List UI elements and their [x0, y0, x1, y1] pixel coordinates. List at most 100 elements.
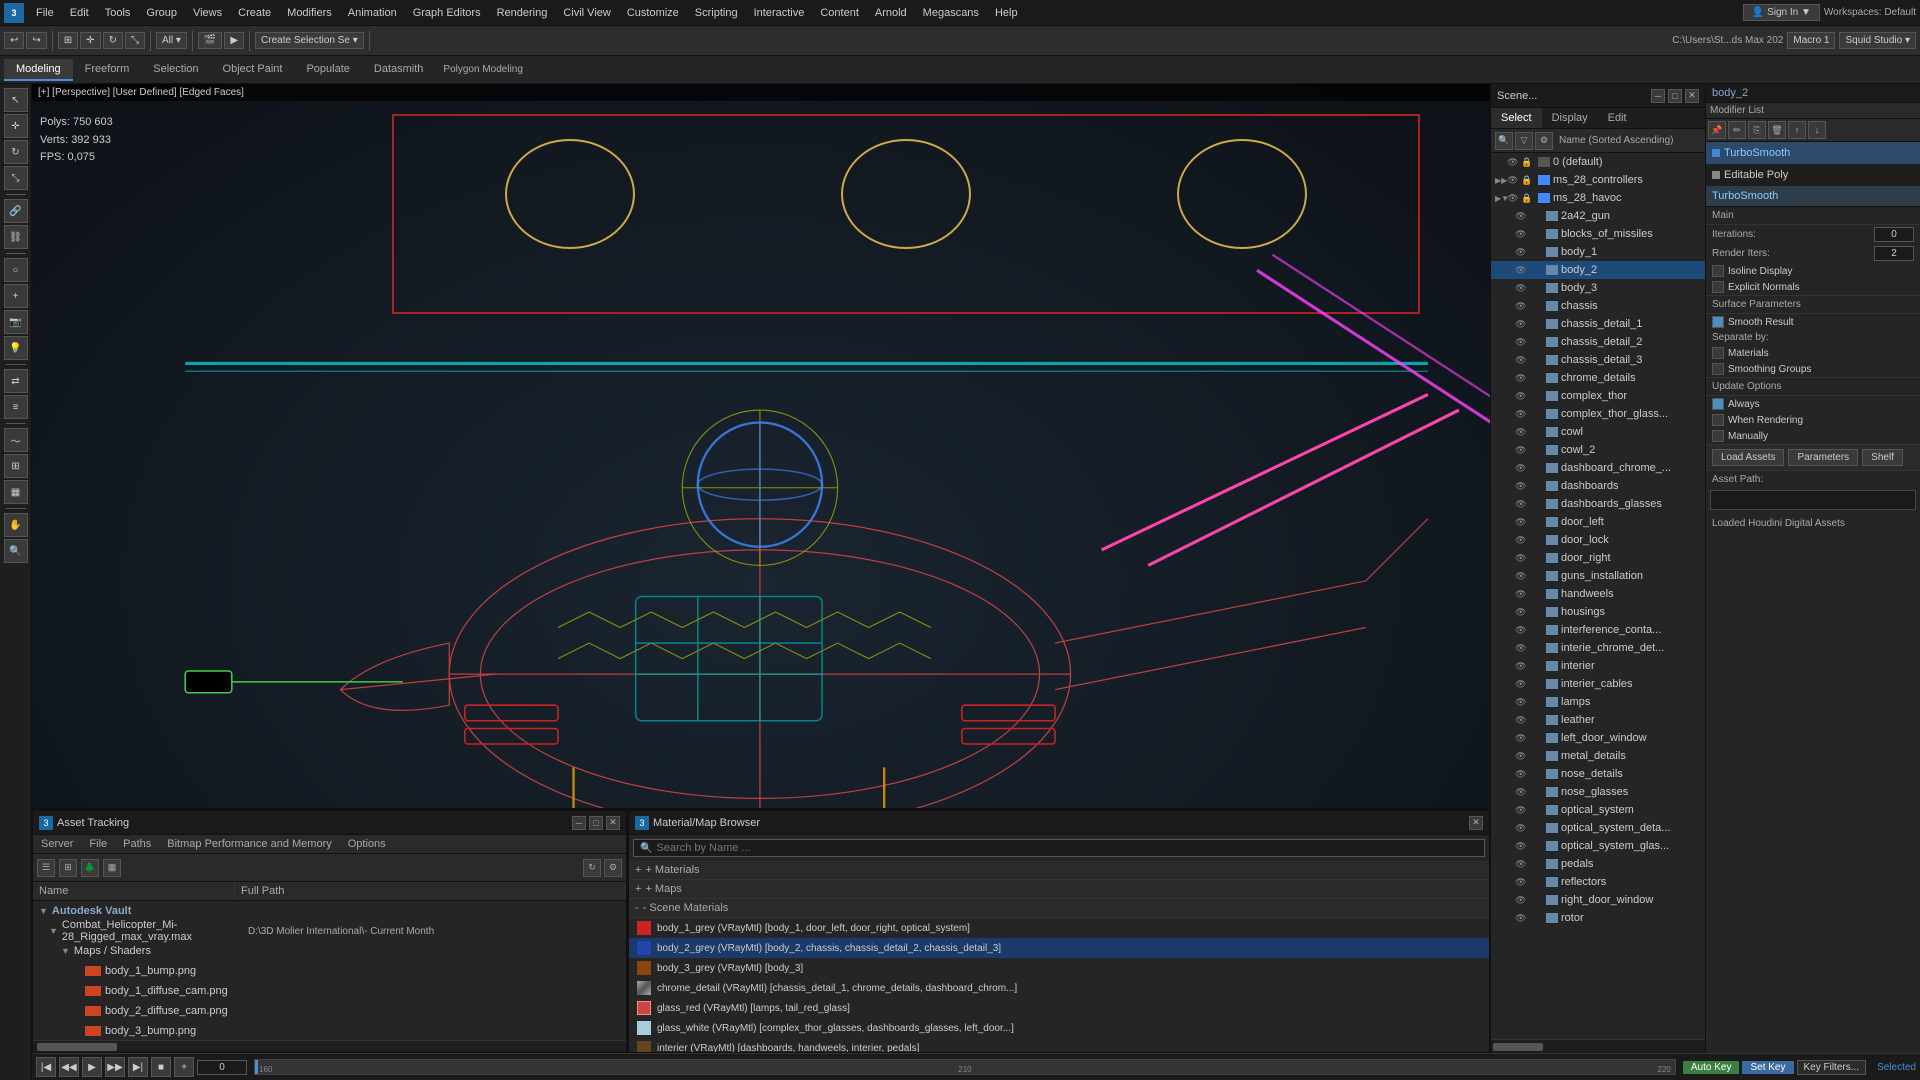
lt-link[interactable]: 🔗	[4, 199, 28, 223]
timeline-end[interactable]: +	[174, 1057, 194, 1077]
scene-item-handweels[interactable]: 👁 handweels	[1491, 585, 1705, 603]
sign-in-button[interactable]: 👤 Sign In ▼	[1743, 4, 1820, 21]
tab-object-paint[interactable]: Object Paint	[211, 59, 295, 81]
mat-body1-grey[interactable]: body_1_grey (VRayMtl) [body_1, door_left…	[629, 918, 1489, 938]
scene-filter-button[interactable]: ▽	[1515, 132, 1533, 150]
ts-explicit-check[interactable]	[1712, 281, 1724, 293]
mat-body2-grey[interactable]: body_2_grey (VRayMtl) [body_2, chassis, …	[629, 938, 1489, 958]
scene-scrollbar-h[interactable]	[1491, 1039, 1705, 1053]
lt-cameras[interactable]: 📷	[4, 310, 28, 334]
mod-down-button[interactable]: ↓	[1808, 121, 1826, 139]
menu-create[interactable]: Create	[230, 4, 279, 22]
scene-item-door-right[interactable]: 👁 door_right	[1491, 549, 1705, 567]
asset-menu-bitmap[interactable]: Bitmap Performance and Memory	[159, 835, 339, 853]
tab-freeform[interactable]: Freeform	[73, 59, 142, 81]
scene-item-dashboards-glasses[interactable]: 👁 dashboards_glasses	[1491, 495, 1705, 513]
scene-tab-display[interactable]: Display	[1542, 108, 1598, 128]
scene-item-optical-system[interactable]: 👁 optical_system	[1491, 801, 1705, 819]
macro1-button[interactable]: Macro 1	[1787, 32, 1835, 49]
lt-ribbon[interactable]: ▦	[4, 480, 28, 504]
lt-zoom[interactable]: 🔍	[4, 539, 28, 563]
scene-item-left-door-window[interactable]: 👁 left_door_window	[1491, 729, 1705, 747]
asset-list-view[interactable]: ☰	[37, 859, 55, 877]
lt-rotate[interactable]: ↻	[4, 140, 28, 164]
mod-delete-button[interactable]: 🗑	[1768, 121, 1786, 139]
menu-interactive[interactable]: Interactive	[746, 4, 813, 22]
ts-when-rendering-check[interactable]	[1712, 414, 1724, 426]
timeline-frame-field[interactable]: 0	[197, 1060, 247, 1075]
render-button[interactable]: ▶	[224, 32, 244, 49]
timeline-prev-frame[interactable]: |◀	[36, 1057, 56, 1077]
scene-item-chassis-detail-2[interactable]: 👁 chassis_detail_2	[1491, 333, 1705, 351]
ts-materials-row[interactable]: Materials	[1706, 345, 1920, 361]
ts-when-rendering-row[interactable]: When Rendering	[1706, 412, 1920, 428]
lt-hand[interactable]: ✋	[4, 513, 28, 537]
ts-smoothing-check[interactable]	[1712, 363, 1724, 375]
scene-item-interier[interactable]: 👁 interier	[1491, 657, 1705, 675]
maps-section-header[interactable]: ++ Maps	[629, 880, 1489, 899]
scene-item-dashboards[interactable]: 👁 dashboards	[1491, 477, 1705, 495]
scene-item-complex-thor-glass[interactable]: 👁 complex_thor_glass...	[1491, 405, 1705, 423]
menu-megascans[interactable]: Megascans	[915, 4, 987, 22]
menu-arnold[interactable]: Arnold	[867, 4, 915, 22]
redo-button[interactable]: ↪	[26, 32, 46, 49]
timeline-prev-key[interactable]: ◀◀	[59, 1057, 79, 1077]
auto-key-button[interactable]: Auto Key	[1683, 1061, 1740, 1074]
scene-tab-select[interactable]: Select	[1491, 108, 1542, 128]
scene-maximize-button[interactable]: □	[1668, 89, 1682, 103]
scene-item-door-left[interactable]: 👁 door_left	[1491, 513, 1705, 531]
modifier-editable-poly[interactable]: Editable Poly	[1706, 164, 1920, 186]
material-search-input[interactable]	[656, 842, 1478, 854]
lt-curve[interactable]: 〜	[4, 428, 28, 452]
menu-file[interactable]: File	[28, 4, 62, 22]
menu-tools[interactable]: Tools	[97, 4, 139, 22]
scene-item-metal-details[interactable]: 👁 metal_details	[1491, 747, 1705, 765]
timeline-next-frame[interactable]: ▶|	[128, 1057, 148, 1077]
asset-thumb-view[interactable]: ▦	[103, 859, 121, 877]
timeline-stop[interactable]: ■	[151, 1057, 171, 1077]
scene-tab-edit[interactable]: Edit	[1598, 108, 1637, 128]
key-filters-button[interactable]: Key Filters...	[1797, 1060, 1867, 1075]
ts-explicit-row[interactable]: Explicit Normals	[1706, 279, 1920, 295]
tab-datasmith[interactable]: Datasmith	[362, 59, 436, 81]
scene-item-chassis[interactable]: 👁 chassis	[1491, 297, 1705, 315]
select-button[interactable]: ⊞	[58, 32, 78, 49]
scene-minimize-button[interactable]: ─	[1651, 89, 1665, 103]
scene-item-guns-installation[interactable]: 👁 guns_installation	[1491, 567, 1705, 585]
scene-item-right-door-window[interactable]: 👁 right_door_window	[1491, 891, 1705, 909]
scene-item-cowl-2[interactable]: 👁 cowl_2	[1491, 441, 1705, 459]
scene-item-optical-system-glas[interactable]: 👁 optical_system_glas...	[1491, 837, 1705, 855]
menu-help[interactable]: Help	[987, 4, 1026, 22]
scene-item-optical-system-deta[interactable]: 👁 optical_system_deta...	[1491, 819, 1705, 837]
asset-row-body1-diffuse[interactable]: body_1_diffuse_cam.png	[33, 981, 626, 1001]
menu-rendering[interactable]: Rendering	[489, 4, 556, 22]
scene-item-interier-cables[interactable]: 👁 interier_cables	[1491, 675, 1705, 693]
load-assets-button[interactable]: Load Assets	[1712, 449, 1784, 466]
lt-scale[interactable]: ⤡	[4, 166, 28, 190]
asset-path-value[interactable]	[1710, 490, 1916, 510]
scene-item-default-layer[interactable]: 👁 🔒 0 (default)	[1491, 153, 1705, 171]
create-selection-set[interactable]: Create Selection Se ▾	[255, 32, 364, 49]
scale-button[interactable]: ⤡	[125, 32, 145, 49]
scene-item-reflectors[interactable]: 👁 reflectors	[1491, 873, 1705, 891]
scene-item-interie-chrome[interactable]: 👁 interie_chrome_det...	[1491, 639, 1705, 657]
move-button[interactable]: ✛	[80, 32, 100, 49]
menu-graph-editors[interactable]: Graph Editors	[405, 4, 489, 22]
menu-animation[interactable]: Animation	[340, 4, 405, 22]
asset-row-autodesk-vault[interactable]: ▼ Autodesk Vault	[33, 901, 626, 921]
timeline-track[interactable]: 160210220	[254, 1059, 1676, 1075]
object-name-field[interactable]: body_2	[1706, 84, 1920, 103]
scene-item-nose-glasses[interactable]: 👁 nose_glasses	[1491, 783, 1705, 801]
ts-smoothing-row[interactable]: Smoothing Groups	[1706, 361, 1920, 377]
ts-smooth-result-row[interactable]: Smooth Result	[1706, 314, 1920, 330]
render-setup-button[interactable]: 🎬	[198, 32, 222, 49]
scene-item-pedals[interactable]: 👁 pedals	[1491, 855, 1705, 873]
mat-glass-red[interactable]: glass_red (VRayMtl) [lamps, tail_red_gla…	[629, 998, 1489, 1018]
scene-item-2a42-gun[interactable]: 👁 2a42_gun	[1491, 207, 1705, 225]
asset-row-body1-bump[interactable]: body_1_bump.png	[33, 961, 626, 981]
scene-item-ms28-controllers[interactable]: ▶ 👁 🔒 ms_28_controllers	[1491, 171, 1705, 189]
materials-section-header[interactable]: ++ Materials	[629, 861, 1489, 880]
scene-close-button[interactable]: ✕	[1685, 89, 1699, 103]
lt-helpers[interactable]: +	[4, 284, 28, 308]
menu-civil-view[interactable]: Civil View	[555, 4, 618, 22]
